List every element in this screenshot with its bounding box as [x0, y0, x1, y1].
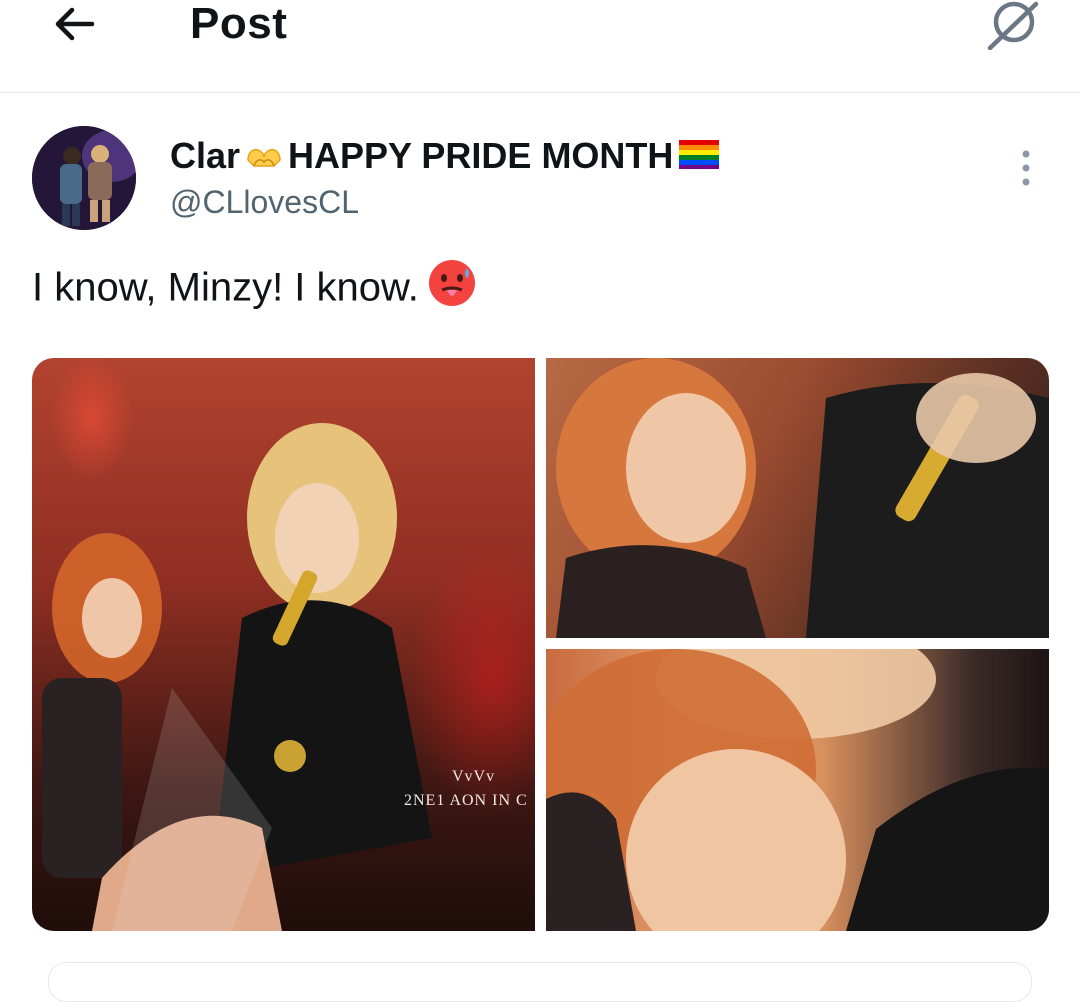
grok-icon[interactable] — [984, 0, 1044, 51]
rainbow-flag-emoji — [677, 138, 721, 178]
reply-card-edge — [48, 962, 1032, 1002]
watermark-line2: 2NE1 AON IN C — [404, 792, 528, 809]
media-grid: VvVv 2NE1 AON IN C — [32, 358, 1049, 931]
display-name-rest: HAPPY PRIDE MONTH — [288, 135, 674, 176]
post-photo-1[interactable]: VvVv 2NE1 AON IN C — [32, 358, 535, 931]
back-arrow-icon[interactable] — [50, 0, 98, 48]
watermark-line1: VvVv — [452, 768, 496, 785]
post-photo-2[interactable] — [546, 358, 1049, 638]
more-vertical-icon[interactable] — [1008, 148, 1044, 188]
user-handle[interactable]: @CLlovesCL — [170, 183, 359, 221]
display-name-text: Clar — [170, 135, 241, 176]
post-photo-3[interactable] — [546, 649, 1049, 931]
tweet-text: I know, Minzy! I know. — [32, 258, 477, 322]
avatar[interactable] — [32, 126, 136, 230]
page-title: Post — [190, 0, 288, 48]
display-name[interactable]: Clar HAPPY PRIDE MONTH — [170, 136, 725, 178]
top-bar: Post — [0, 0, 1080, 93]
hot-face-emoji — [427, 258, 477, 322]
heart-hands-emoji — [244, 138, 284, 178]
tweet-text-content: I know, Minzy! I know. — [32, 265, 419, 310]
